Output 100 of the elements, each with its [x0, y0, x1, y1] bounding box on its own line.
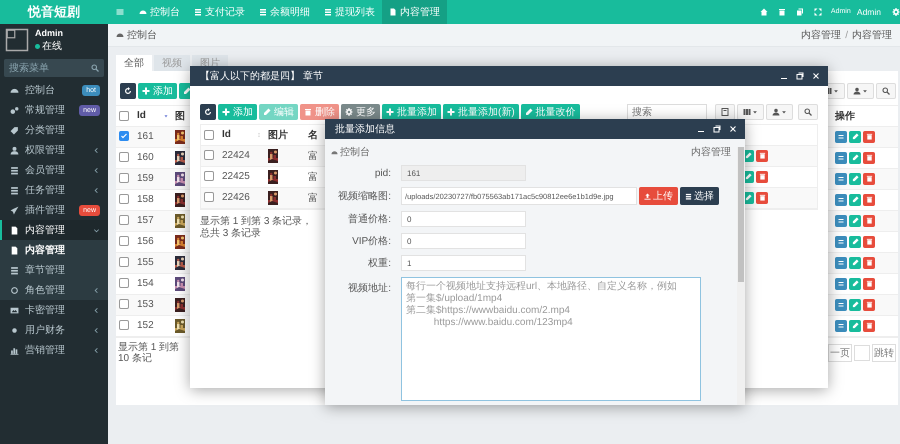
sort-icon	[163, 112, 169, 119]
menu-item[interactable]: 角色管理	[0, 280, 108, 300]
trash-icon	[758, 194, 766, 201]
list-icon	[837, 258, 845, 266]
detail-button[interactable]	[835, 214, 847, 226]
checkbox[interactable]	[204, 192, 214, 202]
trash-icon	[758, 152, 766, 159]
breadcrumb-item[interactable]: 内容管理	[801, 28, 842, 42]
user-icon	[772, 108, 780, 116]
delete-button[interactable]	[863, 320, 875, 332]
delete-button[interactable]	[863, 130, 875, 142]
checkbox[interactable]	[119, 215, 129, 226]
checkbox[interactable]	[119, 278, 129, 288]
table-cell: 153	[137, 299, 154, 310]
menu-item[interactable]: 内容管理	[0, 240, 108, 260]
upload-button[interactable]: 上传	[639, 187, 678, 205]
checkbox[interactable]	[119, 152, 129, 162]
checkbox[interactable]	[119, 299, 129, 310]
delete-button[interactable]	[863, 172, 875, 184]
text-field[interactable]: 1	[401, 255, 526, 271]
more-button[interactable]: 更多	[341, 104, 380, 120]
menu-item[interactable]: 章节管理	[0, 260, 108, 280]
table-cell: 160	[137, 152, 154, 163]
scrollbar[interactable]	[737, 147, 745, 405]
detail-button[interactable]	[835, 152, 847, 164]
page-input[interactable]	[854, 344, 870, 360]
detail-button[interactable]	[835, 320, 847, 332]
menu-item[interactable]: 卡密管理	[0, 300, 108, 320]
export-button[interactable]	[847, 83, 874, 99]
trash-icon	[866, 175, 872, 182]
breadcrumb-home[interactable]: 控制台	[116, 28, 157, 42]
table-cell: 富	[308, 172, 318, 182]
plus-icon	[447, 108, 455, 116]
breadcrumb-item[interactable]: 内容管理	[691, 145, 731, 159]
delete-button[interactable]	[863, 298, 875, 310]
detail-button[interactable]	[835, 256, 847, 268]
columns-button[interactable]	[737, 104, 764, 120]
menu-item[interactable]: 内容管理	[0, 220, 108, 240]
delete-button[interactable]	[863, 278, 875, 290]
toggle-view-button[interactable]	[715, 104, 735, 120]
pencil-icon	[852, 322, 858, 329]
checkbox[interactable]	[119, 173, 129, 184]
checkbox[interactable]	[204, 130, 214, 140]
search-field[interactable]: 搜索菜单	[4, 59, 104, 77]
filter-tab[interactable]: 全部	[116, 55, 152, 71]
detail-button[interactable]	[835, 298, 847, 310]
column-header[interactable]: 名	[308, 130, 318, 141]
search-button[interactable]	[876, 83, 896, 99]
menu-item[interactable]: 营销管理	[0, 340, 108, 360]
menu-item[interactable]: 分类管理	[0, 120, 108, 140]
checkbox[interactable]	[119, 131, 129, 142]
menu-item[interactable]: 会员管理	[0, 160, 108, 180]
search-field[interactable]: 搜索	[627, 104, 707, 120]
column-header[interactable]: Id	[222, 129, 231, 140]
textarea-field[interactable]: 每行一个视频地址支持远程url、本地路径、自定义名称，例如 第一集$/upload/1mp4 第二集$https://wwwbaidu.com/2.mp4 https://www.baidu.com/123mp4	[401, 277, 701, 401]
detail-button[interactable]	[835, 172, 847, 184]
jump-button[interactable]: 跳转	[872, 344, 896, 362]
checkbox[interactable]	[119, 257, 129, 268]
checkbox[interactable]	[119, 110, 129, 121]
menu-item[interactable]: 用户财务	[0, 320, 108, 340]
checkbox[interactable]	[119, 236, 129, 246]
delete-button[interactable]	[863, 152, 875, 164]
brand-title: 悦音短剧	[0, 0, 108, 24]
text-field[interactable]: 0	[401, 211, 526, 227]
menu-item[interactable]: 任务管理	[0, 180, 108, 200]
refresh-button[interactable]	[200, 104, 216, 120]
export-button[interactable]	[766, 104, 793, 120]
delete-button[interactable]	[863, 214, 875, 226]
menu-item[interactable]: 权限管理	[0, 140, 108, 160]
search-button[interactable]	[798, 104, 818, 120]
document-icon	[389, 8, 397, 16]
table-cell: 159	[137, 173, 154, 184]
delete-button[interactable]	[756, 150, 768, 162]
delete-button[interactable]	[756, 170, 768, 182]
column-header[interactable]: 图片	[268, 130, 288, 141]
delete-button[interactable]	[863, 256, 875, 268]
checkbox[interactable]	[119, 194, 129, 204]
delete-button[interactable]	[756, 192, 768, 204]
field-label: 视频地址:	[348, 282, 391, 295]
checkbox[interactable]	[204, 150, 214, 160]
text-field[interactable]: 0	[401, 233, 526, 249]
refresh-button[interactable]	[120, 83, 136, 99]
table-cell: 161	[137, 131, 154, 142]
detail-button[interactable]	[835, 194, 847, 206]
delete-button[interactable]	[863, 194, 875, 206]
choose-button[interactable]: 选择	[680, 187, 719, 205]
checkbox[interactable]	[119, 320, 129, 330]
detail-button[interactable]	[835, 278, 847, 290]
breadcrumb-item[interactable]: 内容管理	[852, 28, 892, 42]
breadcrumb-home[interactable]: 控制台	[331, 145, 370, 159]
checkbox[interactable]	[204, 171, 214, 182]
column-header[interactable]: 图	[175, 110, 185, 122]
prev-page-button[interactable]: 一页	[828, 344, 852, 362]
detail-button[interactable]	[835, 236, 847, 248]
delete-button[interactable]	[863, 236, 875, 248]
close-icon	[812, 72, 820, 80]
column-header[interactable]: Id	[137, 110, 146, 122]
list-icon	[837, 132, 845, 140]
upload-icon	[644, 192, 651, 200]
detail-button[interactable]	[835, 130, 847, 142]
